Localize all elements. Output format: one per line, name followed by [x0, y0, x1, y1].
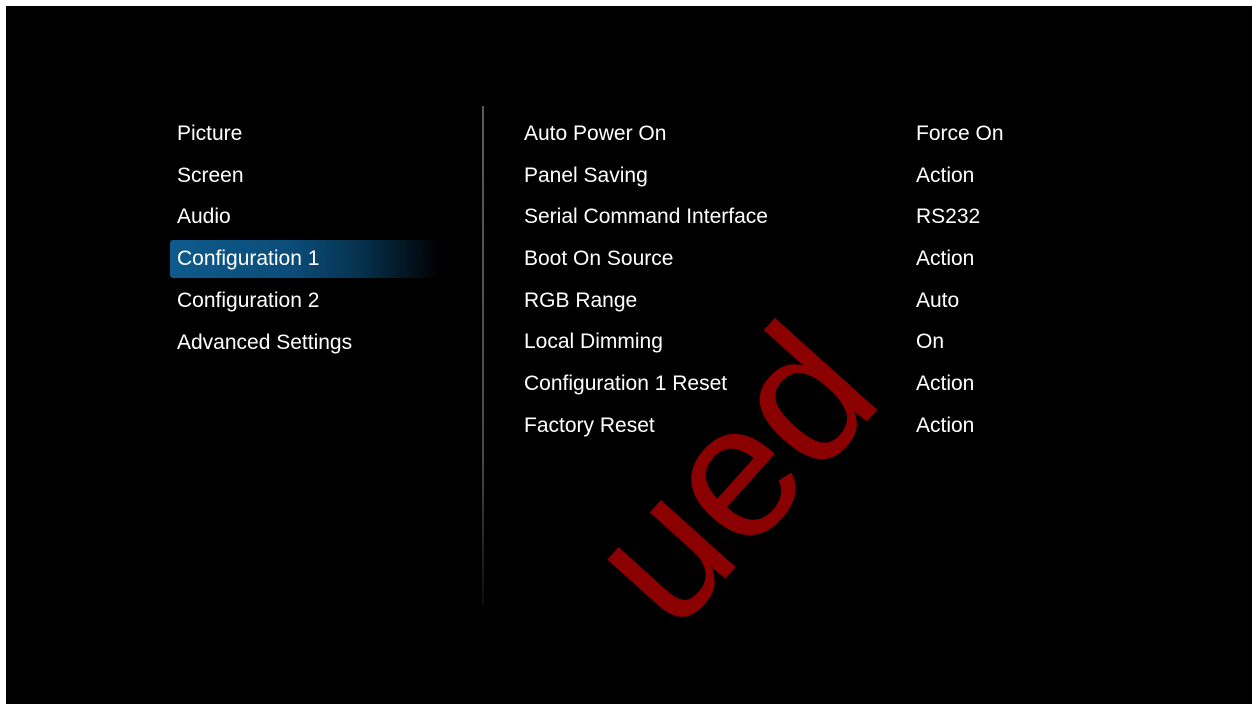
- menu-item-advanced-settings[interactable]: Advanced Settings: [170, 322, 440, 364]
- setting-label: Serial Command Interface: [524, 205, 768, 229]
- setting-value: Action: [916, 247, 975, 271]
- setting-value: Action: [916, 413, 975, 437]
- menu-item-configuration-2[interactable]: Configuration 2: [170, 280, 440, 322]
- setting-row-panel-saving[interactable]: Panel Saving Action: [524, 155, 1084, 197]
- setting-value: RS232: [916, 205, 981, 229]
- setting-label: Boot On Source: [524, 247, 674, 271]
- menu-item-configuration-1[interactable]: Configuration 1: [170, 240, 440, 279]
- setting-label: Panel Saving: [524, 163, 648, 187]
- setting-row-serial-command-interface[interactable]: Serial Command Interface RS232: [524, 196, 1084, 238]
- setting-value: Force On: [916, 122, 1004, 145]
- menu-item-picture[interactable]: Picture: [170, 113, 440, 155]
- setting-row-auto-power-on[interactable]: Auto Power On Force On: [524, 113, 1084, 155]
- osd-screen: Picture Screen Audio Configuration 1 Con…: [6, 6, 1252, 704]
- setting-value: Action: [916, 372, 975, 396]
- menu-item-audio[interactable]: Audio: [170, 196, 440, 238]
- setting-value: Auto: [916, 288, 960, 312]
- menu-divider: [482, 106, 484, 606]
- setting-value: On: [916, 330, 945, 354]
- category-menu: Picture Screen Audio Configuration 1 Con…: [170, 113, 440, 363]
- setting-label: Local Dimming: [524, 330, 663, 354]
- menu-item-screen[interactable]: Screen: [170, 155, 440, 197]
- setting-label: Auto Power On: [524, 122, 667, 145]
- setting-value: Action: [916, 163, 975, 187]
- setting-label: RGB Range: [524, 288, 638, 312]
- setting-row-rgb-range[interactable]: RGB Range Auto: [524, 280, 1084, 322]
- setting-row-boot-on-source[interactable]: Boot On Source Action: [524, 238, 1084, 280]
